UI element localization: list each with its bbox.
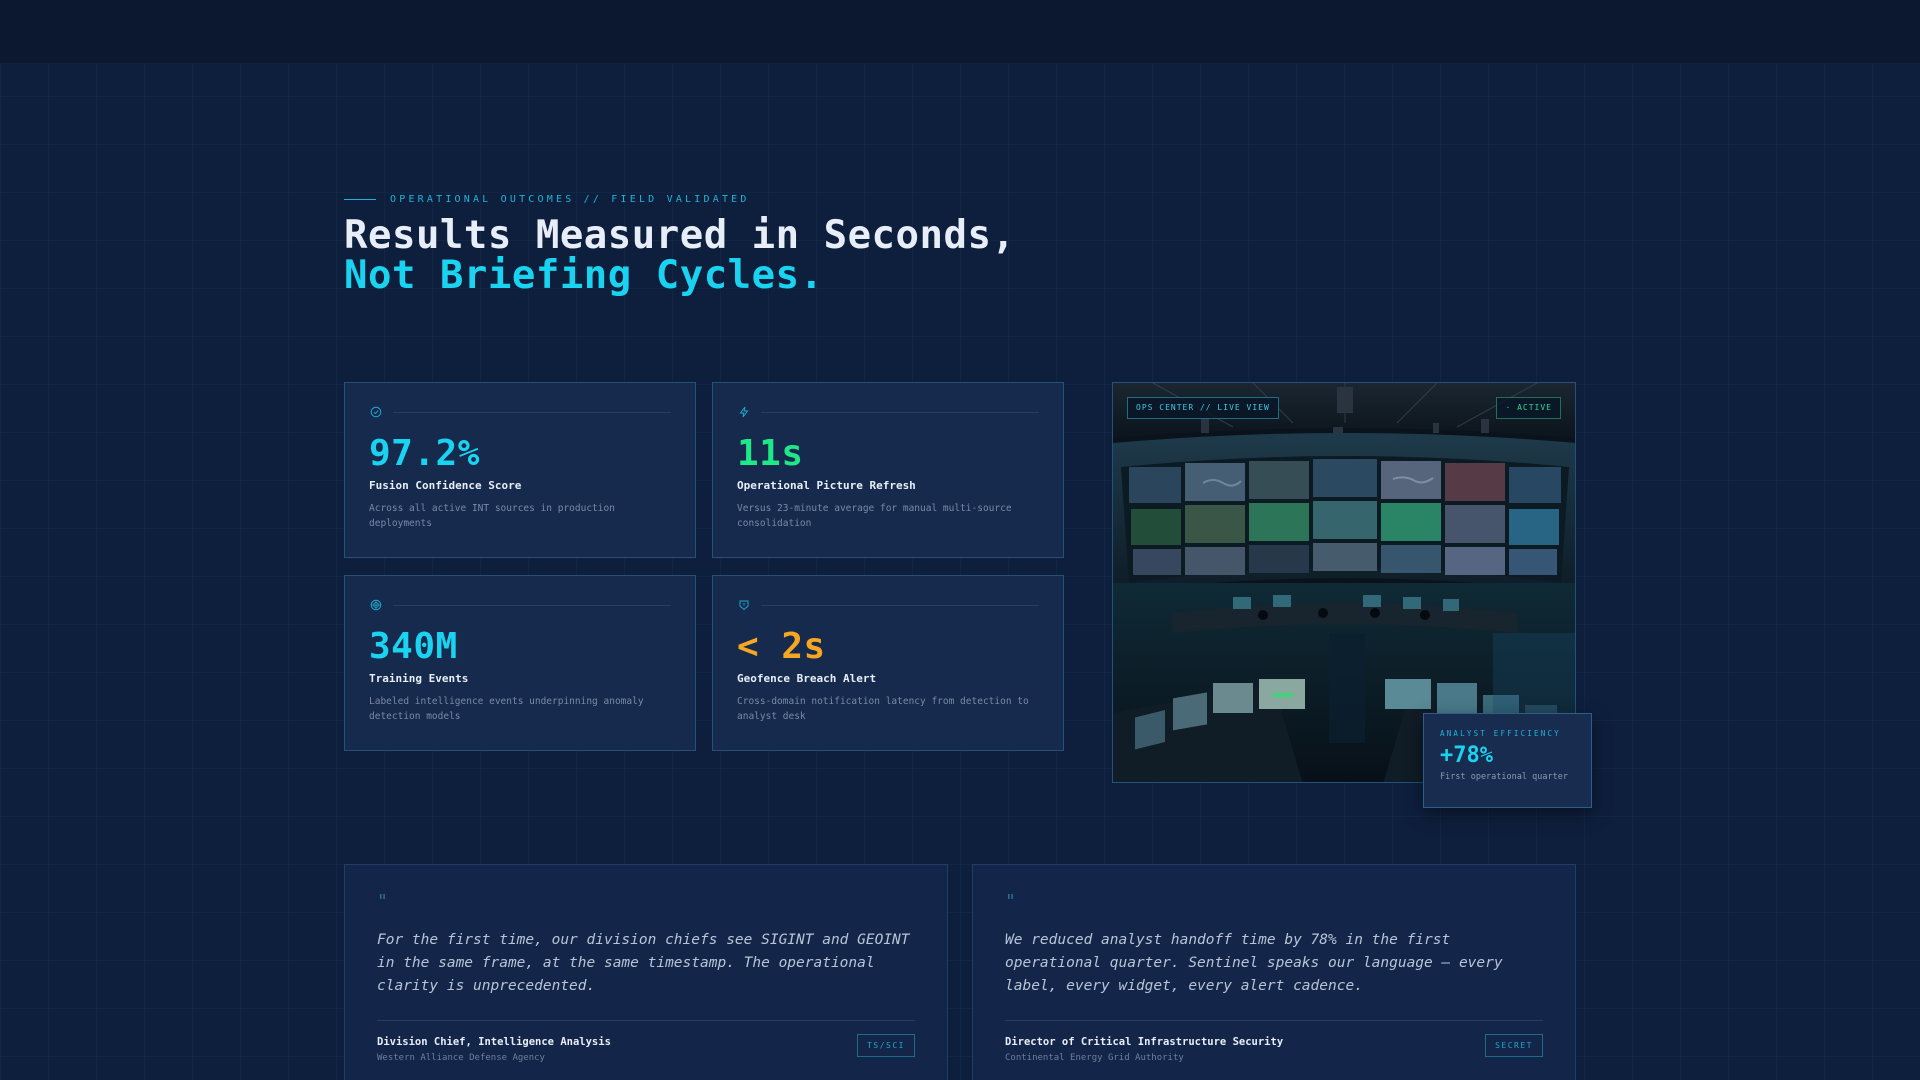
testimonial-org: Continental Energy Grid Authority: [1005, 1053, 1184, 1063]
efficiency-title: ANALYST EFFICIENCY: [1440, 729, 1561, 738]
efficiency-value: +78%: [1440, 743, 1493, 768]
stat-description: Across all active INT sources in product…: [369, 503, 615, 529]
check-circle-icon: [369, 405, 383, 419]
stat-description: Cross-domain notification latency from d…: [737, 696, 1029, 722]
stat-label: Geofence Breach Alert: [737, 672, 877, 685]
stat-card-training: 340M Training Events Labeled intelligenc…: [344, 575, 696, 751]
stat-card-geofence: < 2s Geofence Breach Alert Cross-domain …: [712, 575, 1064, 751]
quote-mark-icon: ": [377, 891, 388, 912]
active-status-badge: · ACTIVE: [1496, 397, 1561, 419]
stat-label: Operational Picture Refresh: [737, 479, 916, 492]
section-eyebrow: OPERATIONAL OUTCOMES // FIELD VALIDATED: [344, 192, 750, 206]
stat-card-fusion: 97.2% Fusion Confidence Score Across all…: [344, 382, 696, 558]
clearance-badge: TS/SCI: [857, 1034, 915, 1057]
testimonial-author: Division Chief, Intelligence Analysis: [377, 1036, 611, 1048]
card-divider: [761, 604, 1039, 606]
stat-description: Versus 23-minute average for manual mult…: [737, 503, 1012, 529]
top-nav-bar: [0, 0, 1920, 64]
stat-description: Labeled intelligence events underpinning…: [369, 696, 644, 722]
testimonial-card: " We reduced analyst handoff time by 78%…: [972, 864, 1576, 1080]
card-divider: [393, 411, 671, 413]
headline-line-2: Not Briefing Cycles.: [344, 253, 824, 298]
live-view-tag: OPS CENTER // LIVE VIEW: [1127, 397, 1279, 419]
testimonial-org: Western Alliance Defense Agency: [377, 1053, 545, 1063]
stat-label: Training Events: [369, 672, 469, 685]
testimonial-text: For the first time, our division chiefs …: [377, 932, 910, 994]
lightning-icon: [737, 405, 751, 419]
eyebrow-rule: [344, 198, 376, 200]
analyst-efficiency-card: ANALYST EFFICIENCY +78% First operationa…: [1423, 713, 1592, 808]
card-divider: [761, 411, 1039, 413]
stat-value: 97.2%: [369, 433, 480, 474]
stat-value: < 2s: [737, 626, 826, 667]
alert-shield-icon: [737, 598, 751, 612]
quote-mark-icon: ": [1005, 891, 1016, 912]
efficiency-subtitle: First operational quarter: [1440, 772, 1568, 782]
section-headline: Results Measured in Seconds, Not Briefin…: [344, 216, 1244, 296]
testimonial-divider: [377, 1020, 915, 1021]
stat-label: Fusion Confidence Score: [369, 479, 522, 492]
stat-card-refresh: 11s Operational Picture Refresh Versus 2…: [712, 382, 1064, 558]
card-divider: [393, 604, 671, 606]
eyebrow-text: OPERATIONAL OUTCOMES // FIELD VALIDATED: [390, 193, 750, 205]
database-icon: [369, 598, 383, 612]
testimonial-card: " For the first time, our division chief…: [344, 864, 948, 1080]
testimonial-text: We reduced analyst handoff time by 78% i…: [1005, 932, 1503, 994]
clearance-badge: SECRET: [1485, 1034, 1543, 1057]
stat-value: 11s: [737, 433, 804, 474]
headline-line-1: Results Measured in Seconds,: [344, 213, 1016, 258]
testimonial-author: Director of Critical Infrastructure Secu…: [1005, 1036, 1284, 1048]
stat-value: 340M: [369, 626, 458, 667]
testimonial-divider: [1005, 1020, 1543, 1021]
